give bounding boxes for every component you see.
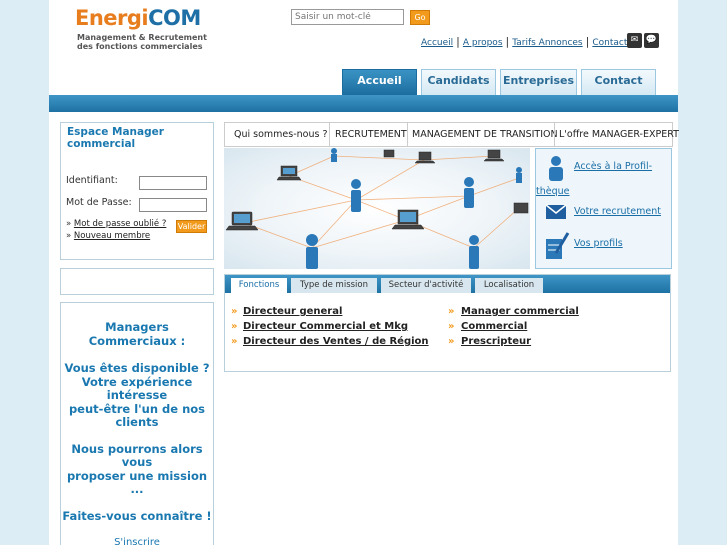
- top-link-contact[interactable]: Contact: [592, 38, 627, 48]
- network-illustration: [224, 148, 530, 269]
- promo-text: proposer une mission ...: [66, 468, 208, 496]
- identifiant-label: Identifiant:: [66, 175, 118, 186]
- mail-icon[interactable]: ✉: [627, 33, 642, 48]
- forgot-password-link[interactable]: Mot de passe oublié ?: [74, 219, 166, 229]
- password-field[interactable]: [139, 198, 207, 212]
- top-links: Accueil | A propos | Tarifs Annonces | Contact: [421, 35, 628, 48]
- func-directeur-general[interactable]: Directeur general: [243, 306, 342, 317]
- subtab-management-transition[interactable]: MANAGEMENT DE TRANSITION: [412, 123, 558, 146]
- func-directeur-commercial[interactable]: Directeur Commercial et Mkg: [243, 321, 408, 332]
- promo-heading: Managers Commerciaux :: [88, 320, 186, 348]
- empty-panel: [60, 268, 214, 295]
- tab-fonctions[interactable]: Fonctions: [231, 278, 287, 293]
- sub-tabs: Qui sommes-nous ? RECRUTEMENT MANAGEMENT…: [224, 122, 679, 147]
- profiltheque-link-line1[interactable]: Accès à la Profil-: [574, 161, 652, 172]
- top-link-accueil[interactable]: Accueil: [421, 38, 453, 48]
- person-icon: [546, 155, 566, 184]
- password-label: Mot de Passe:: [66, 197, 132, 208]
- new-member-link[interactable]: Nouveau membre: [74, 231, 150, 241]
- promo-text: Vous êtes disponible ?: [64, 361, 210, 375]
- arrow-bullet-icon: »: [231, 321, 238, 332]
- nav-tab-entreprises[interactable]: Entreprises: [500, 69, 577, 95]
- site-logo[interactable]: EnergiCOM Management & Recrutement des f…: [75, 6, 207, 51]
- promo-text: vous: [121, 455, 153, 469]
- subtab-recrutement[interactable]: RECRUTEMENT: [335, 123, 407, 146]
- arrow-bullet-icon: »: [448, 336, 455, 347]
- tab-secteur[interactable]: Secteur d'activité: [381, 278, 471, 293]
- arrow-bullet-icon: »: [231, 336, 238, 347]
- tab-type-mission[interactable]: Type de mission: [291, 278, 377, 293]
- recrutement-link[interactable]: Votre recrutement: [574, 206, 661, 217]
- logo-wordmark: EnergiCOM: [75, 6, 201, 30]
- top-link-apropos[interactable]: A propos: [463, 38, 503, 48]
- subtab-manager-expert[interactable]: L'offre MANAGER-EXPERT: [559, 123, 679, 146]
- promo-cta-text: Faites-vous connaître !: [62, 508, 212, 523]
- top-link-tarifs[interactable]: Tarifs Annonces: [512, 38, 582, 48]
- forgot-password-row: » Mot de passe oublié ?: [66, 219, 167, 229]
- identifiant-field[interactable]: [139, 176, 207, 190]
- new-member-row: » Nouveau membre: [66, 231, 151, 241]
- nav-bar: [49, 95, 678, 112]
- login-title: Espace Manager commercial: [67, 126, 164, 150]
- subtab-qui-sommes-nous[interactable]: Qui sommes-nous ?: [234, 123, 328, 146]
- func-directeur-ventes[interactable]: Directeur des Ventes / de Région: [243, 336, 429, 347]
- envelope-icon: [545, 200, 567, 225]
- network-graphic: [225, 148, 529, 269]
- promo-text: peut-être l'un de nos: [68, 401, 206, 416]
- tab-localisation[interactable]: Localisation: [475, 278, 543, 293]
- search-input[interactable]: [291, 9, 404, 25]
- profile-box: Accès à la Profil- thèque Votre recrutem…: [535, 148, 672, 269]
- profils-link[interactable]: Vos profils: [574, 238, 623, 249]
- criteria-tabs-panel: Fonctions Type de mission Secteur d'acti…: [224, 274, 671, 372]
- page: EnergiCOM Management & Recrutement des f…: [49, 0, 679, 545]
- arrow-bullet-icon: »: [448, 321, 455, 332]
- promo-text: intéresse: [106, 388, 168, 402]
- login-submit-button[interactable]: Valider: [176, 220, 207, 233]
- promo-text: Nous pourrons alors: [71, 441, 203, 456]
- arrow-bullet-icon: »: [448, 306, 455, 317]
- register-link[interactable]: S'inscrire: [114, 537, 160, 545]
- nav-tab-contact[interactable]: Contact: [581, 69, 656, 95]
- arrow-bullet-icon: »: [231, 306, 238, 317]
- login-box: Espace Manager commercial Identifiant: M…: [60, 122, 214, 260]
- func-prescripteur[interactable]: Prescripteur: [461, 336, 531, 347]
- func-commercial[interactable]: Commercial: [461, 321, 527, 332]
- chat-icon[interactable]: 💬: [644, 33, 659, 48]
- managers-promo: Managers Commerciaux : Vous êtes disponi…: [60, 302, 214, 545]
- func-manager-commercial[interactable]: Manager commercial: [461, 306, 579, 317]
- main-nav: Accueil Candidats Entreprises Contact: [49, 69, 678, 95]
- pencil-icon: [544, 231, 570, 264]
- promo-text: clients: [115, 415, 159, 429]
- logo-tagline: Management & Recrutement des fonctions c…: [77, 33, 207, 51]
- nav-tab-candidats[interactable]: Candidats: [421, 69, 496, 95]
- nav-tab-accueil[interactable]: Accueil: [342, 69, 417, 95]
- promo-text: Votre expérience: [81, 374, 193, 389]
- search-button[interactable]: Go: [410, 10, 430, 25]
- profiltheque-link-line2[interactable]: thèque: [536, 186, 570, 197]
